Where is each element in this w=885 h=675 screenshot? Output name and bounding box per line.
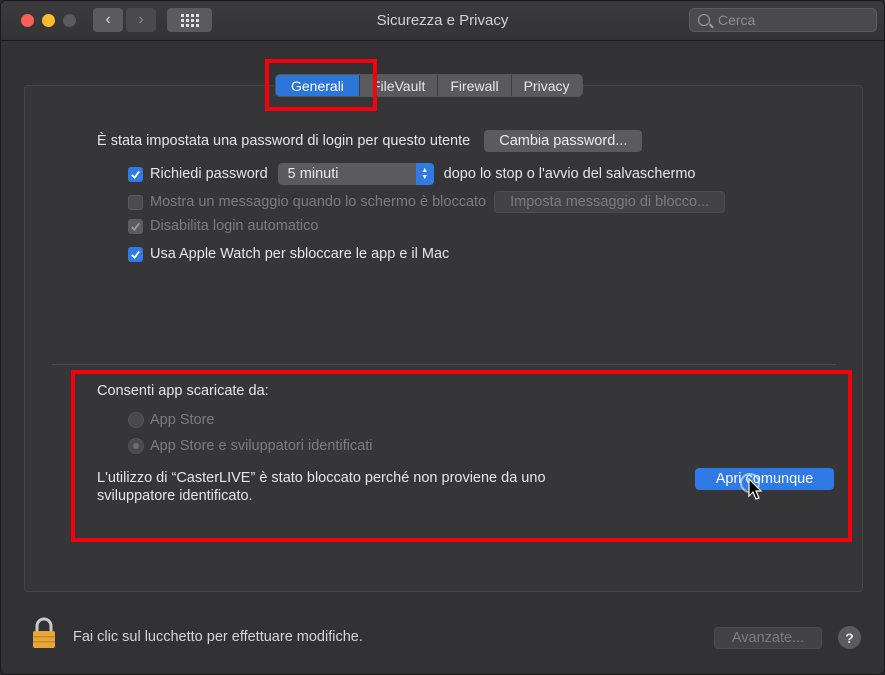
radio-identified-label: App Store e sviluppatori identificati <box>150 438 373 454</box>
search-field[interactable] <box>689 8 877 32</box>
checkmark-icon <box>131 222 140 231</box>
blocked-message-line-2: sviluppatore identificato. <box>97 488 253 504</box>
show-message-label: Mostra un messaggio quando lo schermo è … <box>150 194 487 210</box>
password-delay-select[interactable]: 5 minuti ▲ ▼ <box>277 163 434 185</box>
radio-identified-developers[interactable] <box>128 438 144 454</box>
require-password-suffix: dopo lo stop o l'avvio del salvaschermo <box>443 166 696 182</box>
tab-generali[interactable]: Generali <box>276 75 359 96</box>
blocked-app-message: L'utilizzo di “CasterLIVE” è stato blocc… <box>97 469 637 505</box>
tab-bar: Generali FileVault Firewall Privacy <box>275 74 583 97</box>
change-password-button[interactable]: Cambia password... <box>484 130 643 152</box>
radio-app-store-label: App Store <box>150 412 215 428</box>
radio-app-store-row: App Store <box>128 412 215 428</box>
apple-watch-label: Usa Apple Watch per sbloccare le app e i… <box>150 246 450 262</box>
preferences-window: ‹ › Sicurezza e Privacy Generali FileVau… <box>0 0 885 675</box>
checkmark-icon <box>131 170 140 179</box>
search-icon <box>698 14 710 26</box>
help-button[interactable]: ? <box>838 626 861 649</box>
open-anyway-button[interactable]: Apri comunque <box>695 468 834 490</box>
show-message-checkbox[interactable] <box>128 194 143 210</box>
disable-autologin-row: Disabilita login automatico <box>128 218 318 234</box>
checkmark-icon <box>131 250 140 259</box>
tab-filevault[interactable]: FileVault <box>358 75 437 96</box>
password-set-text: È stata impostata una password di login … <box>97 133 471 149</box>
lock-hint-text: Fai clic sul lucchetto per effettuare mo… <box>73 629 363 645</box>
require-password-label: Richiedi password <box>150 166 268 182</box>
set-lock-message-button[interactable]: Imposta messaggio di blocco... <box>494 191 726 213</box>
tab-firewall[interactable]: Firewall <box>437 75 510 96</box>
search-input[interactable] <box>718 12 868 28</box>
apple-watch-checkbox[interactable] <box>128 246 143 262</box>
require-password-row: Richiedi password 5 minuti ▲ ▼ dopo lo st… <box>128 163 696 185</box>
updown-chevron-icon: ▲ ▼ <box>415 163 434 185</box>
lock-icon[interactable] <box>31 617 57 649</box>
radio-identified-row: App Store e sviluppatori identificati <box>128 438 372 454</box>
disable-autologin-label: Disabilita login automatico <box>150 218 319 234</box>
advanced-button[interactable]: Avanzate... <box>714 627 822 649</box>
content-panel <box>24 85 863 592</box>
mouse-cursor-icon <box>748 478 763 500</box>
blocked-message-line-1: L'utilizzo di “CasterLIVE” è stato blocc… <box>97 470 546 486</box>
title-bar: ‹ › Sicurezza e Privacy <box>1 1 884 41</box>
password-row: È stata impostata una password di login … <box>97 130 643 152</box>
password-delay-value: 5 minuti <box>287 166 339 182</box>
apple-watch-row: Usa Apple Watch per sbloccare le app e i… <box>128 246 449 262</box>
tab-privacy[interactable]: Privacy <box>510 75 582 96</box>
require-password-checkbox[interactable] <box>128 166 143 182</box>
disable-autologin-checkbox[interactable] <box>128 218 143 234</box>
radio-app-store[interactable] <box>128 412 144 428</box>
section-divider <box>52 364 836 365</box>
allow-apps-heading: Consenti app scaricate da: <box>97 383 269 399</box>
show-message-row: Mostra un messaggio quando lo schermo è … <box>128 191 726 213</box>
